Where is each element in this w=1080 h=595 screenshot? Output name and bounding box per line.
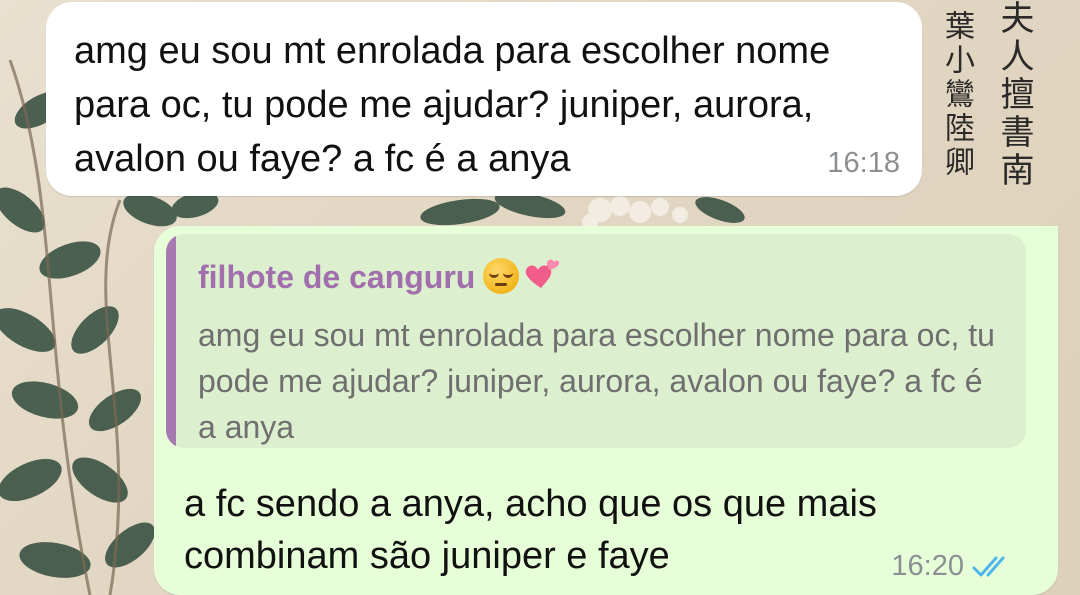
incoming-message-bubble[interactable]: amg eu sou mt enrolada para escolher nom…	[46, 2, 922, 196]
incoming-message-text: amg eu sou mt enrolada para escolher nom…	[74, 30, 831, 180]
quoted-message-author: filhote de canguru	[198, 258, 560, 296]
incoming-message-time: 16:18	[827, 147, 900, 179]
wallpaper-calligraphy-column-2: 葉小鸞陸卿	[939, 10, 974, 180]
quote-accent-bar	[166, 234, 176, 448]
outgoing-message-bubble[interactable]: filhote de canguru amg eu sou mt enrolad…	[154, 226, 1058, 595]
quoted-message-text: amg eu sou mt enrolada para escolher nom…	[198, 317, 995, 445]
two-hearts-emoji	[526, 259, 560, 288]
outgoing-message-time: 16:20	[891, 550, 964, 582]
outgoing-message-text: a fc sendo a anya, acho que os que mais …	[184, 483, 877, 577]
quoted-message[interactable]: filhote de canguru amg eu sou mt enrolad…	[166, 234, 1026, 448]
wallpaper-calligraphy-column-1: 夫人擅書南	[994, 0, 1034, 190]
pensive-face-emoji	[483, 258, 520, 294]
quoted-author-name: filhote de canguru	[198, 259, 476, 295]
double-check-read-icon	[972, 556, 1005, 577]
